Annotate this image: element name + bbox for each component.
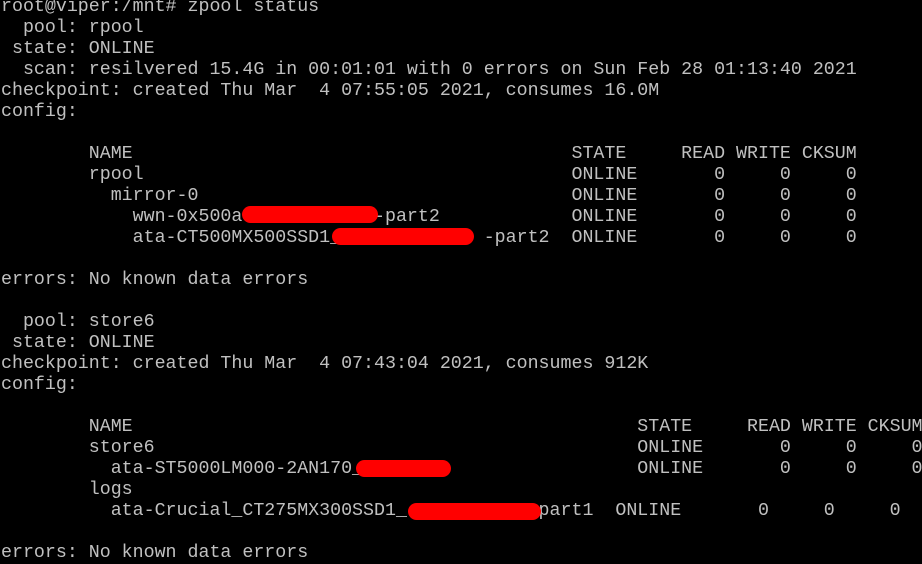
- terminal-line-prompt: root@viper:/mnt# zpool status: [1, 0, 320, 17]
- terminal-line-table-row: store6 ONLINE 0 0 0: [1, 438, 922, 458]
- terminal-line-logs: logs: [1, 480, 133, 500]
- terminal-line-pool-rpool: pool: rpool: [1, 18, 144, 38]
- terminal-line-table-row: ata-ST5000LM000-2AN170_ ONLINE 0 0 0: [1, 459, 922, 479]
- terminal-line-checkpoint: checkpoint: created Thu Mar 4 07:55:05 2…: [1, 81, 660, 101]
- terminal-line-table-row: rpool ONLINE 0 0 0: [1, 165, 857, 185]
- terminal-line-errors: errors: No known data errors: [1, 270, 309, 290]
- terminal-line-table-row: mirror-0 ONLINE 0 0 0: [1, 186, 857, 206]
- terminal-line-table-header: NAME STATE READ WRITE CKSUM: [1, 417, 922, 437]
- terminal-line-errors: errors: No known data errors: [1, 543, 309, 563]
- terminal-line-table-row: wwn-0x500a -part2 ONLINE 0 0 0: [1, 207, 857, 227]
- terminal-line-config: config:: [1, 375, 78, 395]
- terminal-line-pool-store6: pool: store6: [1, 312, 155, 332]
- terminal-line-state: state: ONLINE: [1, 39, 155, 59]
- terminal-line-checkpoint: checkpoint: created Thu Mar 4 07:43:04 2…: [1, 354, 649, 374]
- terminal-line-scan: scan: resilvered 15.4G in 00:01:01 with …: [1, 60, 857, 80]
- terminal-line-table-header: NAME STATE READ WRITE CKSUM: [1, 144, 857, 164]
- terminal-line-state: state: ONLINE: [1, 333, 155, 353]
- redaction-mark: [408, 503, 541, 520]
- redaction-mark: [332, 228, 474, 245]
- redaction-mark: [356, 460, 451, 477]
- terminal-window[interactable]: root@viper:/mnt# zpool status pool: rpoo…: [0, 0, 922, 564]
- terminal-line-config: config:: [1, 102, 78, 122]
- redaction-mark: [242, 206, 378, 223]
